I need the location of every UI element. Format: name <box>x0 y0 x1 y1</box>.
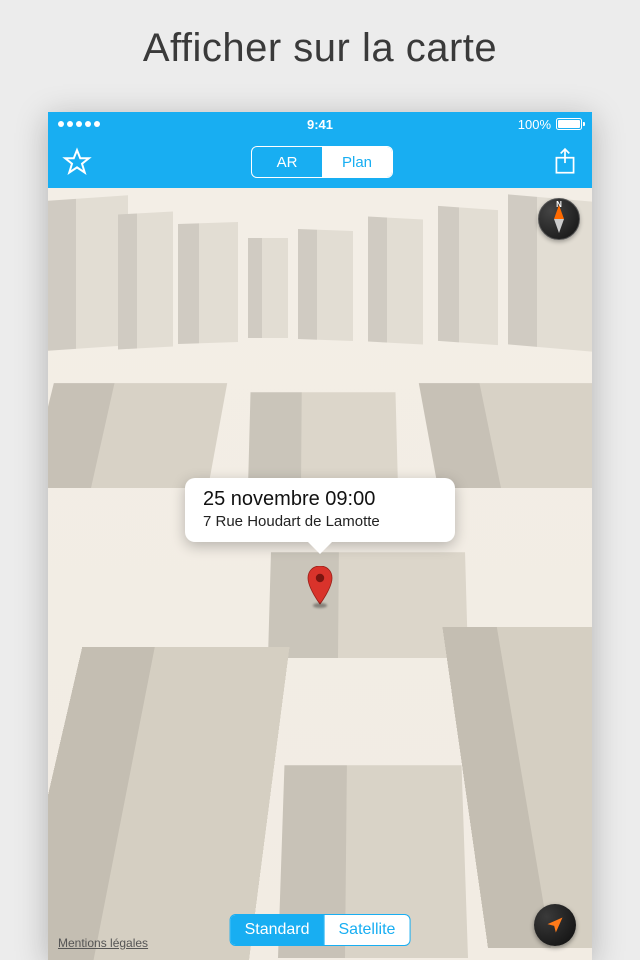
status-time: 9:41 <box>307 117 333 132</box>
status-bar: 9:41 100% <box>48 112 592 136</box>
nav-bar: AR Plan <box>48 136 592 188</box>
share-icon[interactable] <box>552 147 578 177</box>
page-title: Afficher sur la carte <box>0 0 640 93</box>
building-shape <box>178 222 238 344</box>
building-shape <box>268 552 468 658</box>
building-shape <box>438 206 498 345</box>
map-canvas[interactable]: N 25 novembre 09:00 7 Rue Houdart de Lam… <box>48 188 592 960</box>
favorite-star-icon[interactable] <box>62 147 92 177</box>
map-pin-icon[interactable] <box>307 566 333 606</box>
battery-percent: 100% <box>518 117 551 132</box>
battery-icon <box>556 118 582 130</box>
compass-button[interactable]: N <box>538 198 580 240</box>
map-type-satellite[interactable]: Satellite <box>324 915 410 945</box>
signal-dots-icon <box>58 121 100 127</box>
map-type-standard[interactable]: Standard <box>231 915 324 945</box>
building-shape <box>419 383 592 488</box>
device-frame: 9:41 100% AR Plan <box>48 112 592 960</box>
map-type-segmented: Standard Satellite <box>230 914 411 946</box>
legal-link[interactable]: Mentions légales <box>58 936 148 950</box>
locate-me-button[interactable] <box>534 904 576 946</box>
building-shape <box>368 217 423 345</box>
building-shape <box>48 195 128 351</box>
view-mode-ar[interactable]: AR <box>252 147 322 177</box>
building-shape <box>118 212 173 350</box>
building-shape <box>248 238 288 338</box>
building-shape <box>248 392 398 488</box>
location-arrow-icon <box>545 915 565 935</box>
view-mode-plan[interactable]: Plan <box>322 147 392 177</box>
callout-subtitle: 7 Rue Houdart de Lamotte <box>203 513 437 530</box>
view-mode-segmented: AR Plan <box>251 146 393 178</box>
building-shape <box>48 383 227 488</box>
location-callout[interactable]: 25 novembre 09:00 7 Rue Houdart de Lamot… <box>185 478 455 542</box>
building-shape <box>298 229 353 341</box>
callout-title: 25 novembre 09:00 <box>203 488 437 511</box>
